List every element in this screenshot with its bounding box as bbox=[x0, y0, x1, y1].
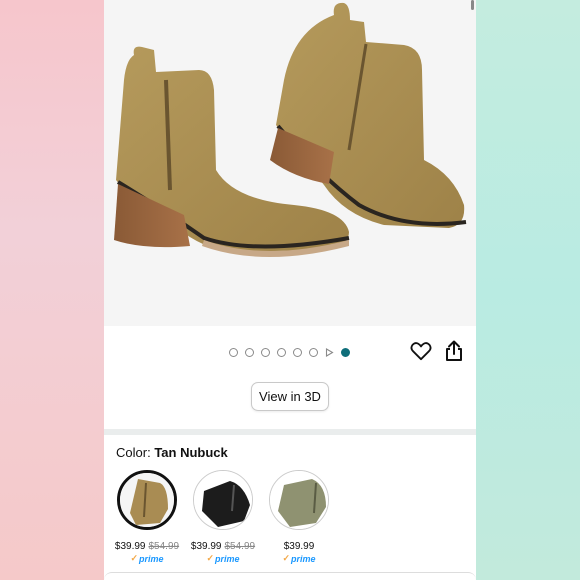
prime-badge: ✓ prime bbox=[282, 553, 316, 564]
pagination-dot[interactable] bbox=[277, 348, 286, 357]
pagination-dot[interactable] bbox=[341, 348, 350, 357]
swatch-price-row: $39.99 bbox=[284, 541, 315, 552]
pagination-dot[interactable] bbox=[245, 348, 254, 357]
swatch-price: $39.99 bbox=[114, 541, 146, 552]
pagination-dot[interactable] bbox=[293, 348, 302, 357]
swatch-image-olive[interactable] bbox=[269, 470, 329, 530]
swatch-price: $39.99 bbox=[283, 541, 315, 552]
color-label-row: Color: Tan Nubuck bbox=[116, 445, 228, 460]
swatch-image-tan[interactable] bbox=[117, 470, 177, 530]
image-pagination[interactable] bbox=[229, 348, 350, 357]
swatch-price-row: $39.99 $54.99 bbox=[191, 541, 255, 552]
heart-icon[interactable] bbox=[410, 341, 432, 361]
swatch-list-price: $54.99 bbox=[148, 541, 180, 552]
product-image[interactable] bbox=[104, 0, 476, 326]
swatch-tan[interactable]: $39.99 $54.99 ✓ prime bbox=[115, 470, 179, 564]
swatch-price-row: $39.99 $54.99 bbox=[115, 541, 179, 552]
section-divider bbox=[104, 429, 476, 435]
product-page: View in 3D Color: Tan Nubuck $39.99 $54.9… bbox=[104, 0, 476, 580]
share-icon[interactable] bbox=[444, 340, 464, 362]
selected-color-name: Tan Nubuck bbox=[154, 445, 228, 460]
video-play-icon[interactable] bbox=[325, 348, 334, 357]
prime-check-icon: ✓ bbox=[282, 553, 291, 563]
swatch-black[interactable]: $39.99 $54.99 ✓ prime bbox=[191, 470, 255, 564]
prime-check-icon: ✓ bbox=[130, 553, 139, 563]
background-left bbox=[0, 0, 104, 580]
scroll-indicator bbox=[471, 0, 474, 10]
pagination-dot[interactable] bbox=[229, 348, 238, 357]
swatch-list-price: $54.99 bbox=[224, 541, 256, 552]
prime-check-icon: ✓ bbox=[206, 553, 215, 563]
boots-illustration bbox=[114, 2, 467, 257]
prime-badge: ✓ prime bbox=[206, 553, 240, 564]
pagination-dot[interactable] bbox=[309, 348, 318, 357]
color-swatches: $39.99 $54.99 ✓ prime $39.99 $54.99 ✓ prime … bbox=[115, 470, 330, 564]
swatch-image-black[interactable] bbox=[193, 470, 253, 530]
color-label: Color: bbox=[116, 445, 151, 460]
next-section-card bbox=[104, 572, 476, 580]
background-right bbox=[476, 0, 580, 580]
pagination-dot[interactable] bbox=[261, 348, 270, 357]
swatch-olive[interactable]: $39.99 ✓ prime bbox=[268, 470, 330, 564]
prime-badge: ✓ prime bbox=[130, 553, 164, 564]
view-3d-button[interactable]: View in 3D bbox=[251, 382, 329, 411]
swatch-price: $39.99 bbox=[190, 541, 222, 552]
